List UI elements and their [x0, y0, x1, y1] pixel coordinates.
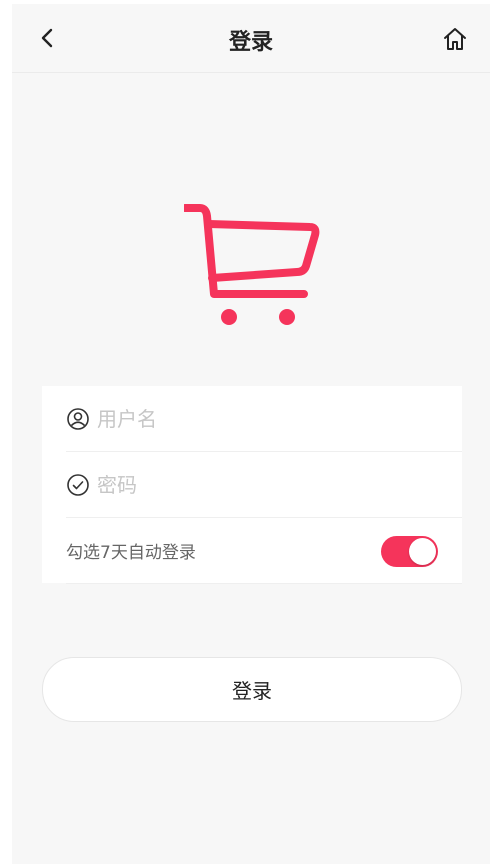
- auto-login-label: 勾选7天自动登录: [66, 543, 196, 563]
- shopping-cart-icon: [181, 204, 320, 325]
- password-input[interactable]: [97, 464, 437, 505]
- home-button[interactable]: [442, 26, 468, 52]
- password-row: [66, 452, 462, 518]
- login-screen: 登录 用户名 勾选7天自动登录 登录: [12, 4, 490, 864]
- logo: [181, 200, 324, 330]
- username-row: [66, 386, 462, 452]
- page-title: 登录: [228, 30, 273, 55]
- login-button[interactable]: 登录: [42, 657, 462, 722]
- toggle-knob: [409, 538, 436, 565]
- login-form: 勾选7天自动登录: [42, 386, 462, 584]
- auto-login-toggle[interactable]: [381, 536, 438, 567]
- check-circle-icon: [67, 473, 89, 496]
- auto-login-row: 勾选7天自动登录: [66, 518, 462, 584]
- username-input[interactable]: [97, 398, 437, 439]
- home-icon: [444, 28, 466, 50]
- user-icon: [67, 407, 89, 430]
- navbar: 登录: [12, 4, 490, 73]
